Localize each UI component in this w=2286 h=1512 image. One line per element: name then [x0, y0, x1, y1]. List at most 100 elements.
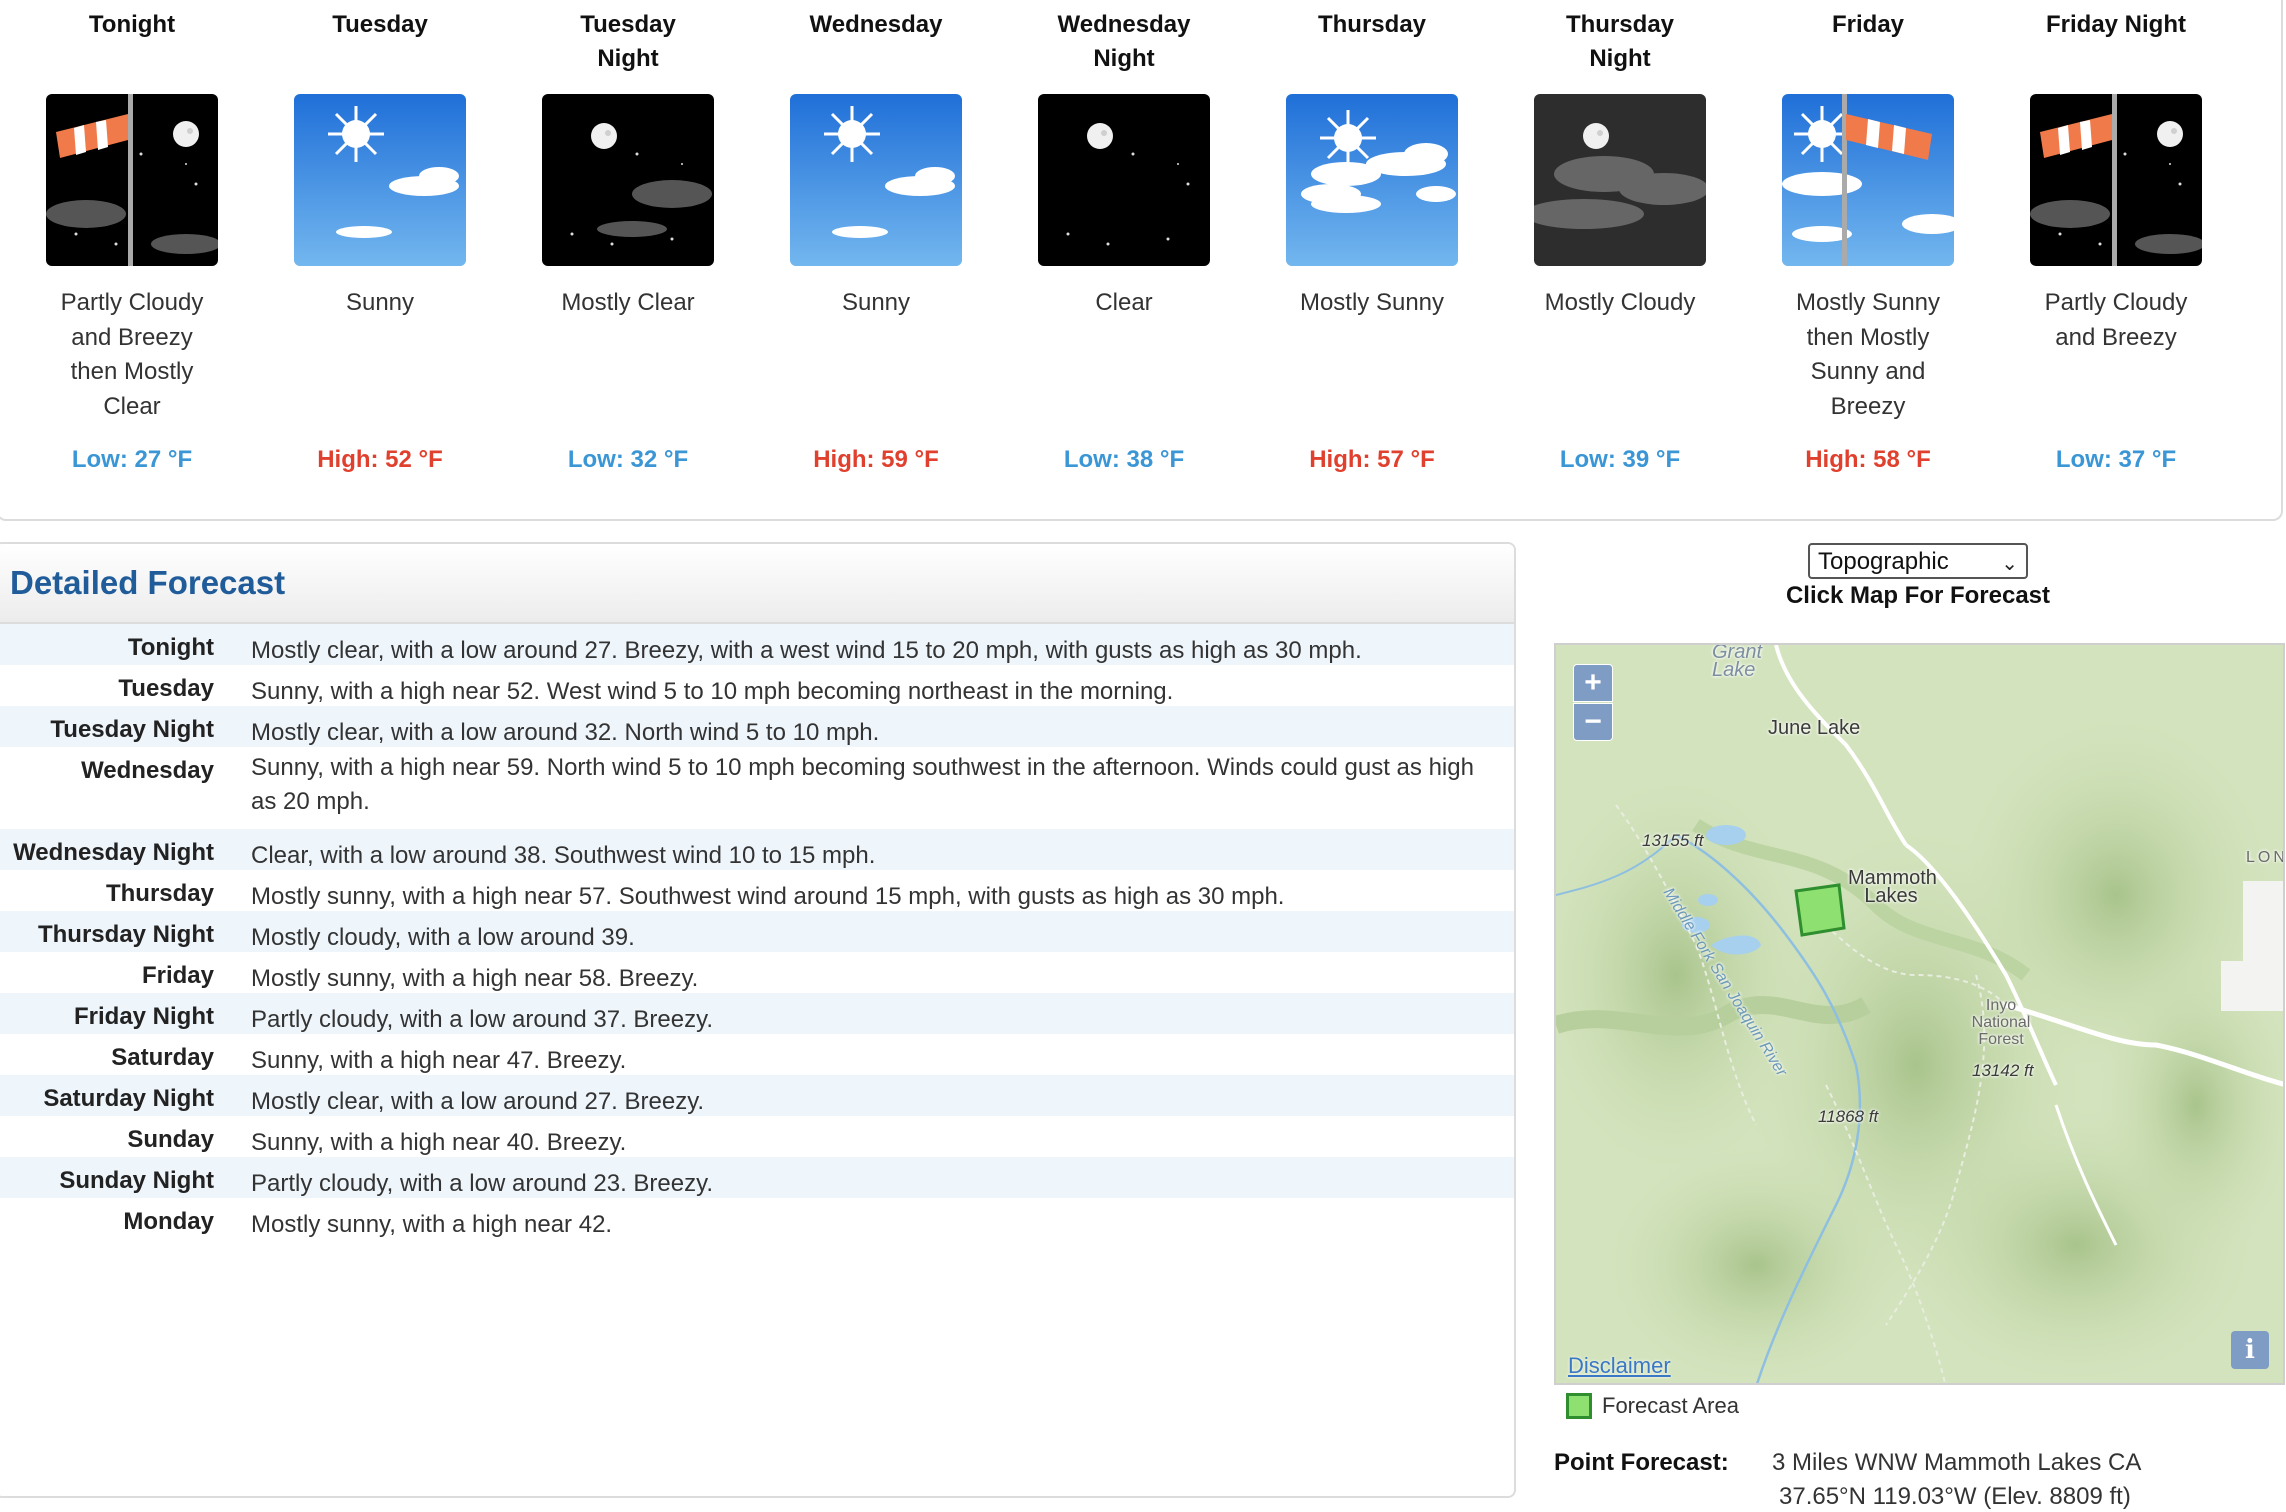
period-short-forecast: Mostly Clear	[561, 289, 695, 316]
period-short-forecast: Mostly Sunny then Mostly Sunny and Breez…	[1795, 289, 1941, 420]
period-temperature: Low: 37 °F	[2055, 446, 2177, 473]
forecast-row-label: Sunday Night	[59, 1167, 214, 1194]
forecast-row-text: Partly cloudy, with a low around 37. Bre…	[251, 1006, 713, 1033]
period-short-forecast: Clear	[1095, 289, 1153, 316]
map-label-lon: LON	[2246, 849, 2285, 866]
map-caption: Click Map For Forecast	[1785, 582, 2051, 609]
map-label-elev-13142: 13142 ft	[1972, 1061, 2034, 1080]
period-short-forecast: Sunny	[345, 289, 415, 316]
forecast-row-label: Wednesday	[81, 757, 214, 784]
period-temperature: High: 58 °F	[1805, 446, 1931, 473]
map-label-elev-13155: 13155 ft	[1642, 831, 1704, 850]
forecast-area-swatch	[1566, 1393, 1592, 1419]
period-temperature: Low: 38 °F	[1063, 446, 1185, 473]
day-sunny-icon	[790, 94, 962, 266]
forecast-row-text: Mostly cloudy, with a low around 39.	[251, 924, 635, 951]
period-short-forecast: Sunny	[841, 289, 911, 316]
period-short-forecast: Mostly Sunny	[1299, 289, 1445, 316]
forecast-map[interactable]: + − Grant Lake June Lake Mammoth Lakes M…	[1554, 643, 2285, 1385]
forecast-row-text: Mostly sunny, with a high near 42.	[251, 1211, 613, 1238]
forecast-row-label: Friday Night	[73, 1003, 214, 1030]
period-temperature: Low: 32 °F	[567, 446, 689, 473]
period-short-forecast: Partly Cloudy and Breezy	[2044, 289, 2188, 351]
forecast-row-text: Mostly clear, with a low around 32. Nort…	[251, 719, 880, 746]
map-label-grant-lake: Grant Lake	[1712, 643, 1763, 681]
period-short-forecast: Partly Cloudy and Breezy then Mostly Cle…	[60, 289, 204, 420]
forecast-area-label: Forecast Area	[1602, 1393, 1739, 1418]
forecast-row-label: Thursday	[105, 880, 214, 907]
forecast-row: Tuesday Night Mostly clear, with a low ar…	[0, 706, 1514, 747]
forecast-row-label: Sunday	[127, 1126, 214, 1153]
map-label-elev-11868: 11868 ft	[1818, 1107, 1879, 1126]
point-forecast-label: Point Forecast:	[1554, 1449, 1729, 1476]
period-name: Wednesday	[809, 11, 943, 38]
forecast-row-label: Tuesday	[118, 675, 214, 702]
detailed-forecast-header: Detailed Forecast	[0, 544, 1514, 624]
map-terrain	[1556, 645, 2283, 1383]
period-temperature: Low: 27 °F	[71, 446, 193, 473]
seven-day-forecast: Tonight Partly Cloudy and Breezy then Mos…	[0, 0, 2283, 521]
map-type-value: Topographic	[1818, 548, 1949, 575]
forecast-row-text: Sunny, with a high near 40. Breezy.	[251, 1129, 627, 1156]
forecast-row-label: Thursday Night	[37, 921, 214, 948]
forecast-row-label: Saturday Night	[43, 1085, 214, 1112]
forecast-row-text: Mostly clear, with a low around 27. Bree…	[251, 1088, 705, 1115]
day-sunny-icon	[294, 94, 466, 266]
period-name: Thursday	[1317, 11, 1427, 38]
map-label-inyo-national-forest: Inyo National Forest	[1971, 997, 2031, 1048]
forecast-row-text: Mostly sunny, with a high near 58. Breez…	[251, 965, 699, 992]
period-short-forecast: Mostly Cloudy	[1544, 289, 1696, 316]
period-temperature: High: 57 °F	[1309, 446, 1435, 473]
forecast-row-label: Saturday	[111, 1044, 214, 1071]
forecast-row: Sunday Night Partly cloudy, with a low ar…	[0, 1157, 1514, 1198]
forecast-row: Saturday Night Mostly clear, with a low a…	[0, 1075, 1514, 1116]
period-temperature: High: 52 °F	[317, 446, 443, 473]
forecast-row-label: Monday	[123, 1208, 214, 1235]
map-type-select[interactable]: Topographic ⌄	[1808, 543, 2028, 579]
period-name: Tuesday Night	[580, 11, 676, 72]
period-name: Friday Night	[2045, 11, 2186, 38]
point-forecast-location: 3 Miles WNW Mammoth Lakes CA	[1772, 1449, 2142, 1476]
period-name: Friday	[1831, 11, 1905, 38]
forecast-row: Thursday Mostly sunny, with a high near 5…	[0, 870, 1514, 911]
forecast-row-label: Wednesday Night	[13, 839, 214, 866]
forecast-row-text: Sunny, with a high near 59. North wind 5…	[251, 754, 1474, 815]
zoom-out-button[interactable]: −	[1573, 703, 1613, 741]
forecast-row: Saturday Sunny, with a high near 47. Bree…	[0, 1034, 1514, 1075]
forecast-row-text: Mostly clear, with a low around 27. Bree…	[251, 637, 1362, 664]
period-temperature: High: 59 °F	[813, 446, 939, 473]
period-name: Thursday Night	[1565, 11, 1675, 72]
forecast-row: Monday Mostly sunny, with a high near 42.	[0, 1198, 1514, 1239]
forecast-row-label: Tuesday Night	[50, 716, 214, 743]
forecast-row-text: Mostly sunny, with a high near 57. South…	[251, 883, 1285, 910]
forecast-row: Thursday Night Mostly cloudy, with a low …	[0, 911, 1514, 952]
forecast-row-text: Sunny, with a high near 47. Breezy.	[251, 1047, 627, 1074]
period-name: Tonight	[88, 11, 176, 38]
forecast-row-text: Clear, with a low around 38. Southwest w…	[251, 842, 876, 869]
forecast-row: Friday Night Partly cloudy, with a low ar…	[0, 993, 1514, 1034]
night-mostly-clear-icon	[542, 94, 714, 266]
disclaimer-link[interactable]: Disclaimer	[1568, 1353, 1671, 1379]
map-label-june-lake: June Lake	[1768, 717, 1861, 739]
forecast-row: Tonight Mostly clear, with a low around 2…	[0, 624, 1514, 665]
forecast-row-label: Friday	[141, 962, 214, 989]
period-name: Tuesday	[332, 11, 428, 38]
chevron-down-icon: ⌄	[2001, 553, 2018, 575]
night-clear-icon	[1038, 94, 1210, 266]
forecast-row-label: Tonight	[127, 634, 214, 661]
detailed-forecast-title: Detailed Forecast	[10, 564, 286, 601]
day-mostly-sunny-icon	[1286, 94, 1458, 266]
forecast-row: Friday Mostly sunny, with a high near 58.…	[0, 952, 1514, 993]
forecast-row-text: Partly cloudy, with a low around 23. Bre…	[251, 1170, 713, 1197]
day-mostly-sunny-wind-icon	[1782, 94, 1954, 266]
period-temperature: Low: 39 °F	[1559, 446, 1681, 473]
detailed-forecast-panel: Detailed Forecast Tonight Mostly clear, w…	[0, 542, 1516, 1498]
zoom-in-button[interactable]: +	[1573, 664, 1613, 702]
map-label-mammoth-lakes: Mammoth Lakes	[1848, 867, 1937, 907]
night-wind-partly-cloudy-icon	[46, 94, 218, 266]
forecast-row: Sunday Sunny, with a high near 40. Breezy…	[0, 1116, 1514, 1157]
point-forecast-coords: 37.65°N 119.03°W (Elev. 8809 ft)	[1779, 1483, 2131, 1510]
forecast-row: Wednesday Sunny, with a high near 59. Nor…	[0, 747, 1514, 829]
info-button[interactable]: i	[2231, 1331, 2269, 1369]
night-wind-partly-cloudy-icon	[2030, 94, 2202, 266]
